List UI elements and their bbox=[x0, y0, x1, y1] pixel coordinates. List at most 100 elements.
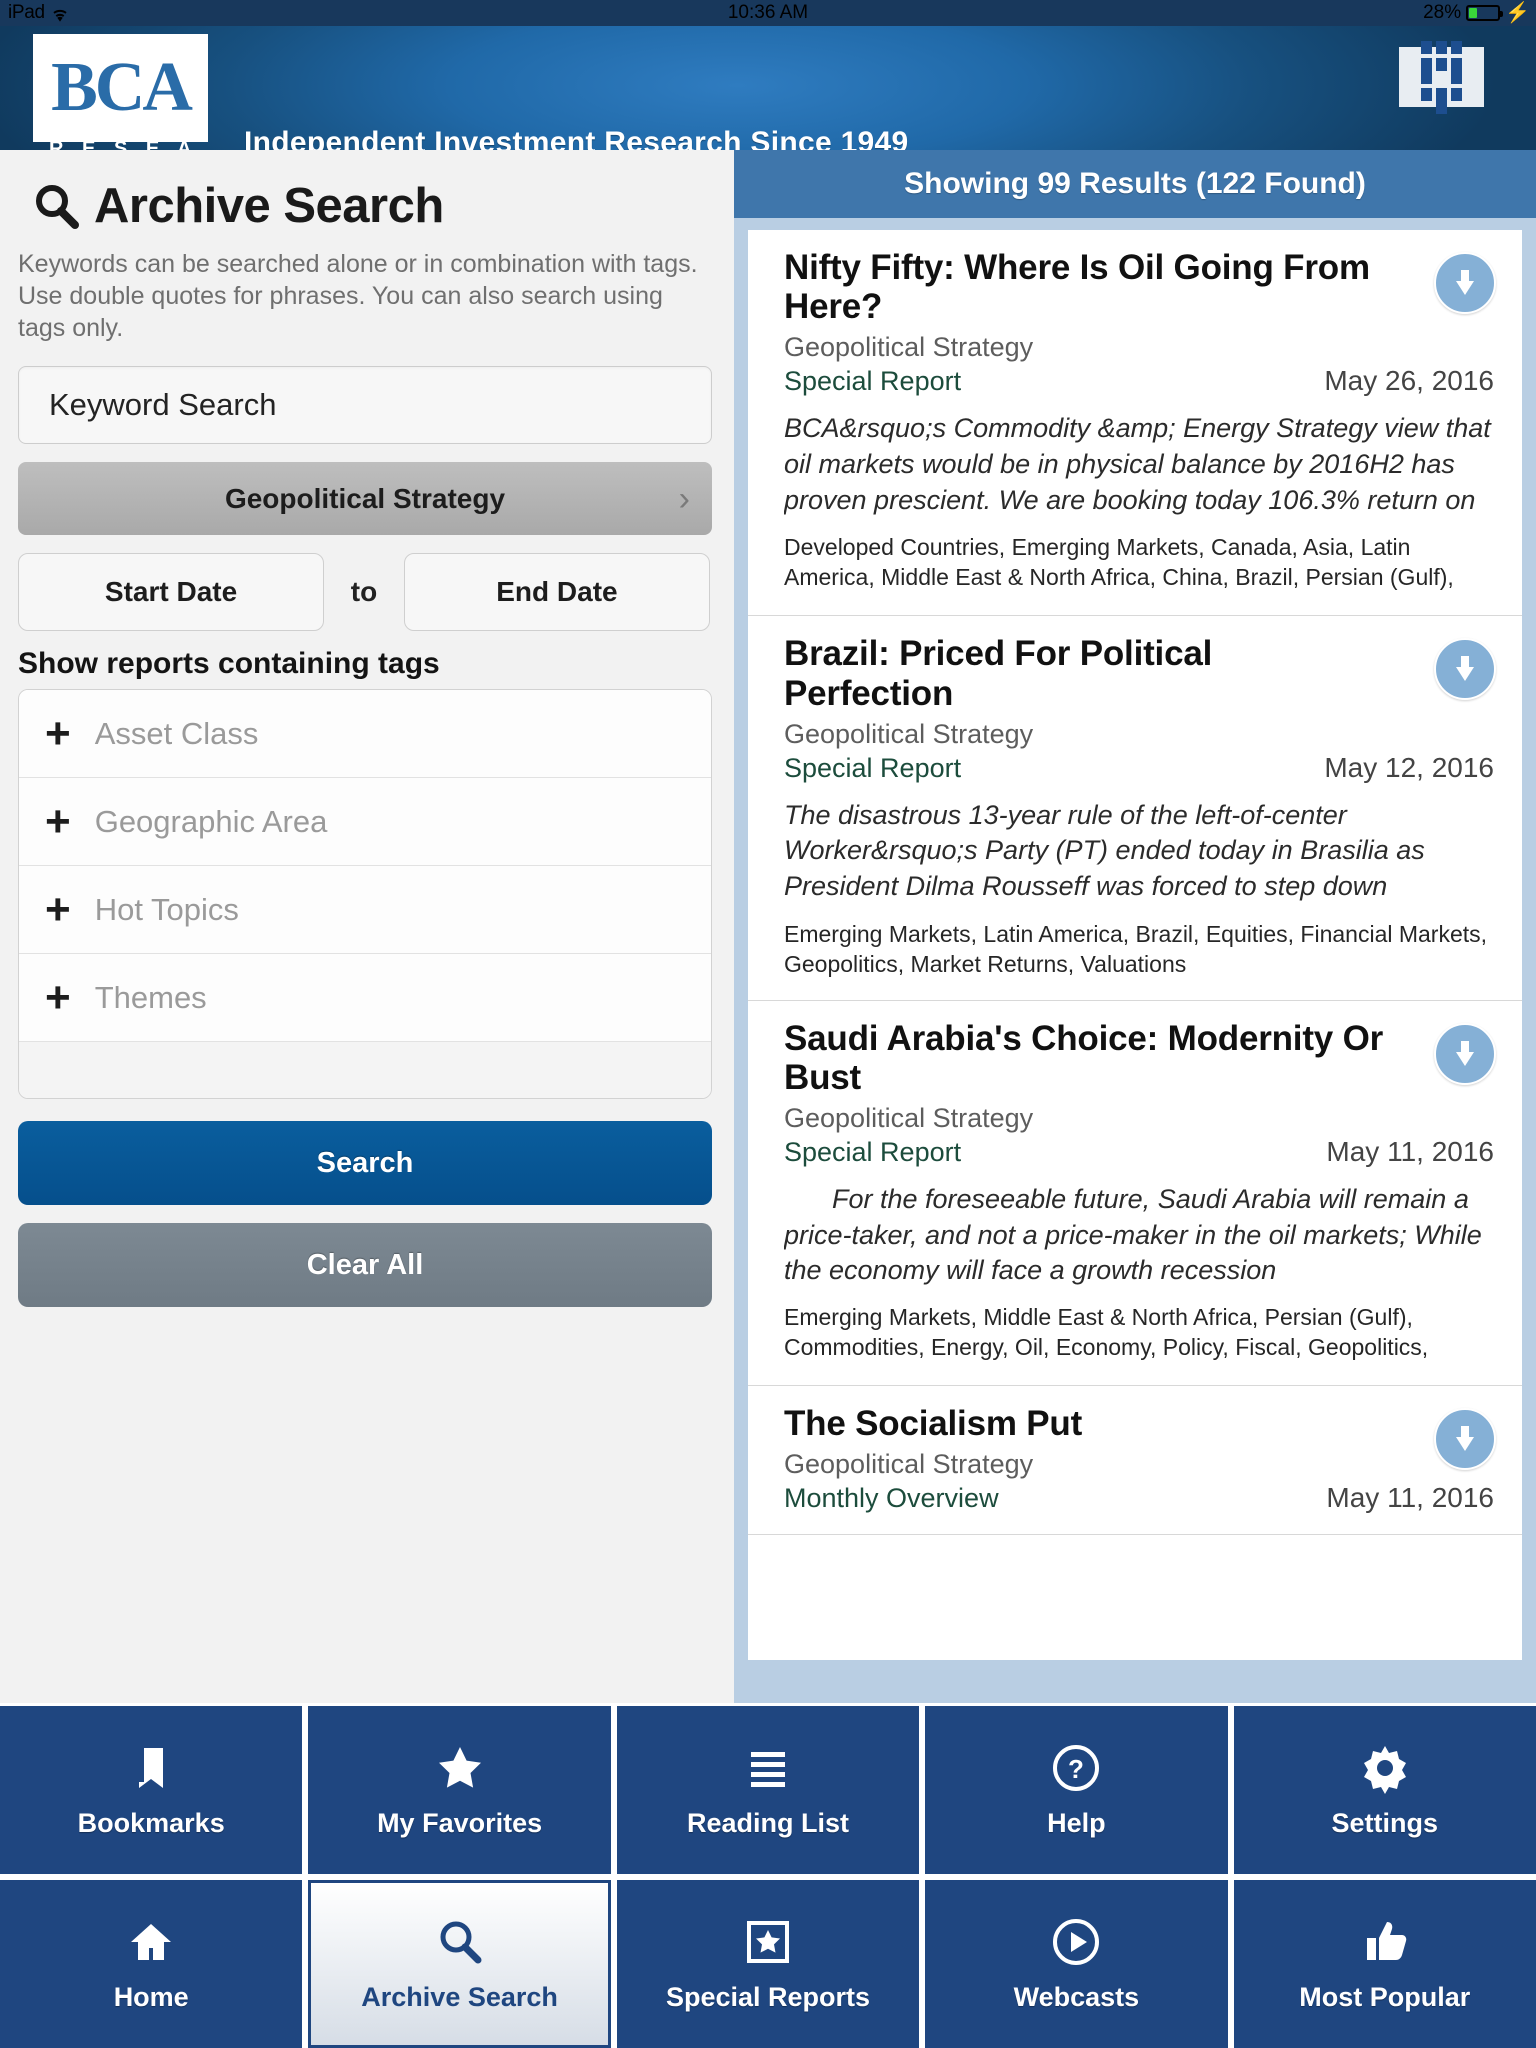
grid-menu-button[interactable] bbox=[1399, 40, 1484, 114]
nav-label: Bookmarks bbox=[77, 1807, 225, 1838]
download-button[interactable] bbox=[1434, 1022, 1496, 1085]
bottom-navigation: Bookmarks My Favorites Reading List ? He… bbox=[0, 1703, 1536, 2048]
logo-subtext: R E S E A R C H bbox=[49, 138, 198, 150]
download-circle-icon bbox=[1450, 267, 1480, 299]
svg-text:?: ? bbox=[1068, 1754, 1084, 1784]
plus-icon: + bbox=[45, 708, 71, 758]
tag-groups-list: + Asset Class + Geographic Area + Hot To… bbox=[18, 689, 712, 1099]
result-meta-row: Special Report May 12, 2016 bbox=[784, 752, 1494, 784]
nav-tile-settings[interactable]: Settings bbox=[1233, 1706, 1536, 1874]
result-tags: Emerging Markets, Middle East & North Af… bbox=[784, 1303, 1429, 1365]
search-button[interactable]: Search bbox=[18, 1121, 712, 1205]
app-root: iPad 10:36 AM 28% ⚡ BCA R E S E A R C H … bbox=[0, 0, 1536, 2048]
results-count-header: Showing 99 Results (122 Found) bbox=[734, 150, 1536, 218]
status-bar-right: 28% ⚡ bbox=[1423, 2, 1530, 24]
results-list[interactable]: Nifty Fifty: Where Is Oil Going From Her… bbox=[748, 230, 1522, 1660]
nav-label: Reading List bbox=[686, 1807, 849, 1838]
nav-tile-home[interactable]: Home bbox=[0, 1880, 303, 2048]
result-item[interactable]: The Socialism Put Geopolitical Strategy … bbox=[748, 1386, 1522, 1535]
nav-label: Archive Search bbox=[361, 1981, 558, 2012]
results-panel: Showing 99 Results (122 Found) Nifty Fif… bbox=[734, 150, 1536, 1703]
play-circle-icon bbox=[1050, 1916, 1102, 1968]
category-select[interactable]: Geopolitical Strategy › bbox=[18, 462, 712, 535]
nav-tile-my-favorites[interactable]: My Favorites bbox=[308, 1706, 611, 1874]
plus-icon: + bbox=[45, 884, 71, 934]
clear-all-button[interactable]: Clear All bbox=[18, 1223, 712, 1307]
result-tags: Developed Countries, Emerging Markets, C… bbox=[784, 534, 1454, 595]
magnifier-icon bbox=[32, 182, 80, 230]
tag-group-label: Themes bbox=[94, 979, 207, 1015]
star-square-icon bbox=[742, 1916, 794, 1968]
battery-icon bbox=[1466, 5, 1504, 21]
result-item[interactable]: Brazil: Priced For Political Perfection … bbox=[748, 616, 1522, 1001]
tag-group-row[interactable]: + Themes bbox=[19, 954, 711, 1042]
result-type: Monthly Overview bbox=[784, 1482, 999, 1513]
result-category: Geopolitical Strategy bbox=[784, 718, 1034, 749]
tag-group-label: Asset Class bbox=[94, 715, 259, 751]
result-tags: Emerging Markets, Latin America, Brazil,… bbox=[784, 920, 1488, 977]
tag-group-row[interactable]: + Geographic Area bbox=[19, 778, 711, 866]
result-category: Geopolitical Strategy bbox=[784, 332, 1034, 363]
app-header: BCA R E S E A R C H Independent Investme… bbox=[0, 26, 1536, 150]
start-date-field[interactable]: Start Date bbox=[18, 553, 325, 631]
result-title[interactable]: Nifty Fifty: Where Is Oil Going From Her… bbox=[784, 248, 1384, 326]
download-circle-icon bbox=[1450, 1038, 1480, 1070]
nav-tile-most-popular[interactable]: Most Popular bbox=[1233, 1880, 1536, 2048]
nav-tile-special-reports[interactable]: Special Reports bbox=[616, 1880, 920, 2048]
nav-label: Most Popular bbox=[1299, 1981, 1471, 2012]
tag-list-footer bbox=[19, 1042, 711, 1098]
tags-heading: Show reports containing tags bbox=[18, 647, 440, 680]
nav-tile-webcasts[interactable]: Webcasts bbox=[925, 1880, 1228, 2048]
thumbs-up-icon bbox=[1359, 1916, 1411, 1968]
result-title[interactable]: Brazil: Priced For Political Perfection bbox=[784, 634, 1384, 712]
download-circle-icon bbox=[1450, 653, 1480, 685]
date-range-row: Start Date to End Date bbox=[18, 553, 710, 631]
download-button[interactable] bbox=[1434, 1407, 1496, 1470]
result-title[interactable]: The Socialism Put bbox=[784, 1404, 1384, 1443]
magnifier-icon bbox=[434, 1916, 486, 1968]
result-type: Special Report bbox=[784, 752, 962, 783]
result-abstract: For the foreseeable future, Saudi Arabia… bbox=[784, 1183, 1482, 1286]
nav-tile-bookmarks[interactable]: Bookmarks bbox=[0, 1706, 303, 1874]
result-date: May 11, 2016 bbox=[1326, 1135, 1494, 1167]
keyword-search-input[interactable]: Keyword Search bbox=[18, 366, 712, 444]
nav-tile-archive-search[interactable]: Archive Search bbox=[308, 1880, 611, 2048]
nav-label: Webcasts bbox=[1013, 1981, 1140, 2012]
result-meta-row: Monthly Overview May 11, 2016 bbox=[784, 1482, 1494, 1514]
download-button[interactable] bbox=[1434, 252, 1496, 314]
result-item[interactable]: Saudi Arabia's Choice: Modernity Or Bust… bbox=[748, 1001, 1522, 1386]
list-lines-icon bbox=[742, 1742, 794, 1794]
tag-group-row[interactable]: + Asset Class bbox=[19, 690, 711, 778]
bca-logo[interactable]: BCA bbox=[33, 34, 208, 142]
category-select-value: Geopolitical Strategy bbox=[224, 482, 506, 514]
star-icon bbox=[434, 1742, 486, 1794]
result-abstract: BCA&rsquo;s Commodity &amp; Energy Strat… bbox=[784, 413, 1491, 515]
nav-tile-help[interactable]: ? Help bbox=[925, 1706, 1228, 1874]
end-date-field[interactable]: End Date bbox=[403, 553, 710, 631]
nav-label: Help bbox=[1047, 1807, 1106, 1838]
tag-group-label: Hot Topics bbox=[94, 891, 239, 927]
download-circle-icon bbox=[1450, 1423, 1480, 1455]
nav-label: My Favorites bbox=[377, 1807, 543, 1838]
download-button[interactable] bbox=[1434, 638, 1496, 701]
tag-group-row[interactable]: + Hot Topics bbox=[19, 866, 711, 954]
date-range-to-label: to bbox=[350, 576, 378, 607]
page-title: Archive Search bbox=[94, 179, 444, 233]
page-title-row: Archive Search bbox=[32, 178, 710, 234]
clock-label: 10:36 AM bbox=[727, 2, 809, 23]
archive-search-panel: Archive Search Keywords can be searched … bbox=[0, 150, 734, 1703]
result-type: Special Report bbox=[784, 366, 962, 397]
result-item[interactable]: Nifty Fifty: Where Is Oil Going From Her… bbox=[748, 230, 1522, 617]
chevron-right-icon: › bbox=[678, 479, 690, 518]
result-title[interactable]: Saudi Arabia's Choice: Modernity Or Bust bbox=[784, 1019, 1384, 1097]
tag-group-label: Geographic Area bbox=[94, 803, 328, 839]
search-help-text: Keywords can be searched alone or in com… bbox=[18, 250, 698, 342]
result-meta-row: Special Report May 26, 2016 bbox=[784, 365, 1494, 397]
battery-percent-label: 28% bbox=[1423, 2, 1462, 23]
result-date: May 11, 2016 bbox=[1326, 1481, 1494, 1513]
nav-label: Settings bbox=[1331, 1807, 1439, 1838]
nav-tile-reading-list[interactable]: Reading List bbox=[616, 1706, 920, 1874]
ios-status-bar: iPad 10:36 AM 28% ⚡ bbox=[0, 0, 1536, 26]
logo-text: BCA bbox=[51, 49, 193, 126]
result-type: Special Report bbox=[784, 1136, 962, 1167]
